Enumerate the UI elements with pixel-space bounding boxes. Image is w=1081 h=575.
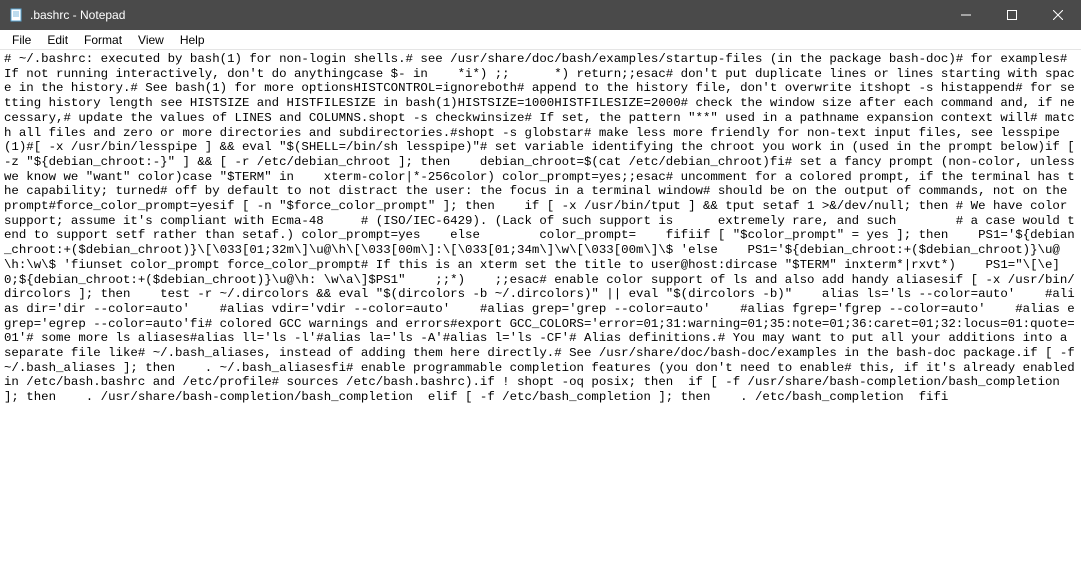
menu-edit[interactable]: Edit xyxy=(39,31,76,49)
text-editor-content[interactable]: # ~/.bashrc: executed by bash(1) for non… xyxy=(0,50,1081,575)
menu-help[interactable]: Help xyxy=(172,31,213,49)
maximize-button[interactable] xyxy=(989,0,1035,30)
menu-file[interactable]: File xyxy=(4,31,39,49)
minimize-button[interactable] xyxy=(943,0,989,30)
notepad-icon xyxy=(8,7,24,23)
menu-format[interactable]: Format xyxy=(76,31,130,49)
window-titlebar[interactable]: .bashrc - Notepad xyxy=(0,0,1081,30)
menu-view[interactable]: View xyxy=(130,31,172,49)
close-button[interactable] xyxy=(1035,0,1081,30)
menubar: File Edit Format View Help xyxy=(0,30,1081,50)
window-title: .bashrc - Notepad xyxy=(30,8,125,22)
